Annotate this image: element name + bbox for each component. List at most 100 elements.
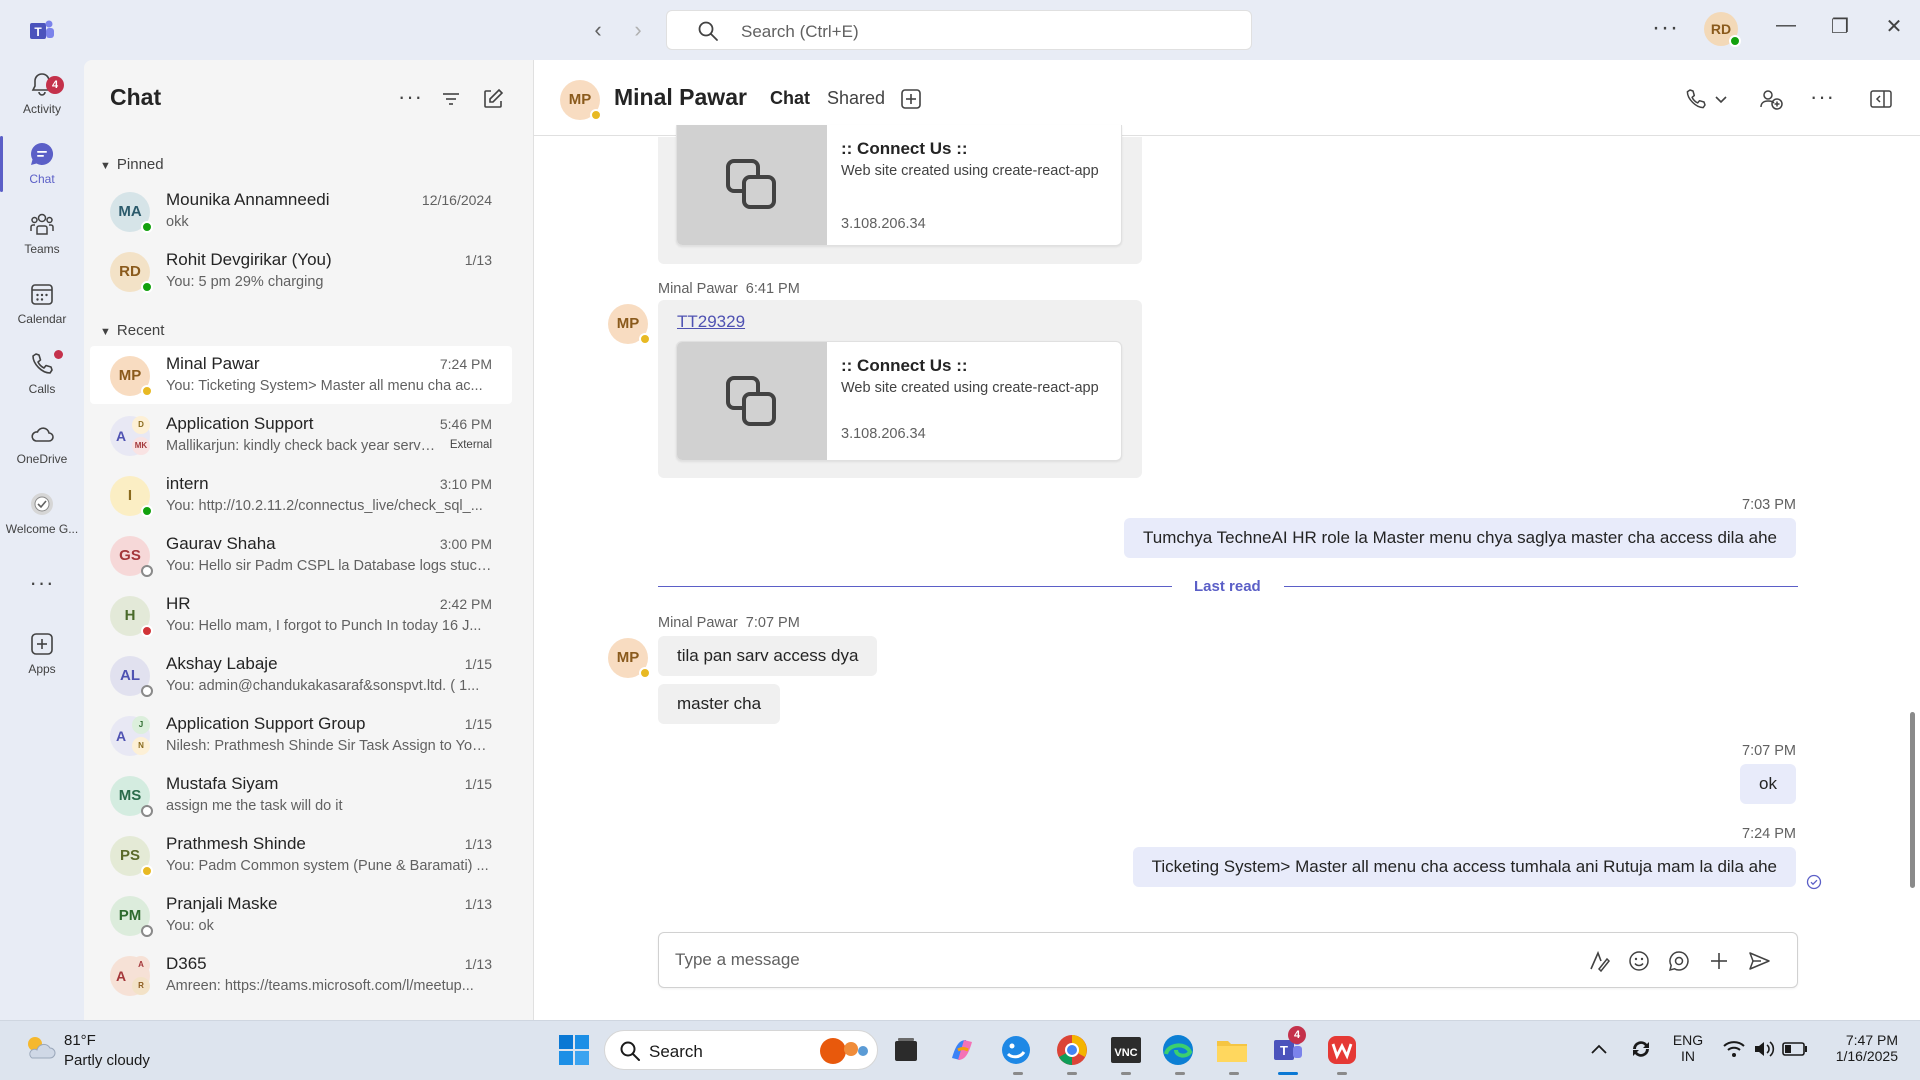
- link-description: Web site created using create-react-app: [841, 380, 1099, 396]
- open-side-panel-icon[interactable]: [1868, 86, 1894, 112]
- close-icon[interactable]: ✕: [1874, 14, 1914, 39]
- avatar-initials: H: [124, 607, 136, 624]
- weather-temperature[interactable]: 81°F: [64, 1032, 96, 1049]
- chat-list-item[interactable]: MP Minal Pawar 7:24 PM You: Ticketing Sy…: [90, 346, 512, 404]
- sender-avatar[interactable]: MP: [608, 638, 651, 679]
- emoji-icon[interactable]: [1625, 947, 1653, 975]
- avatar: RD: [110, 252, 153, 293]
- conversation-avatar[interactable]: MP: [560, 80, 602, 121]
- last-read-divider: [658, 586, 1172, 587]
- outgoing-message[interactable]: Ticketing System> Master all menu cha ac…: [1132, 847, 1796, 887]
- settings-more-icon[interactable]: ···: [1652, 14, 1679, 42]
- outgoing-message[interactable]: Tumchya TechneAI HR role la Master menu …: [1123, 518, 1796, 558]
- more-options-icon[interactable]: ···: [398, 86, 424, 112]
- chat-list-item[interactable]: AL Akshay Labaje 1/15 You: admin@chanduk…: [90, 646, 512, 704]
- user-avatar[interactable]: RD: [1704, 12, 1741, 47]
- chat-list-item[interactable]: A D MK Application Support 5:46 PM Malli…: [90, 406, 512, 464]
- windows-start-icon[interactable]: [556, 1032, 592, 1068]
- minimize-icon[interactable]: —: [1766, 14, 1806, 37]
- teams-logo-icon[interactable]: T: [28, 16, 56, 44]
- forward-arrow-icon[interactable]: ›: [624, 16, 652, 44]
- chat-list-item[interactable]: MA Mounika Annamneedi 12/16/2024 okk: [90, 182, 512, 240]
- sender-name: Minal Pawar: [658, 615, 738, 631]
- chat-list-item[interactable]: A J N Application Support Group 1/15 Nil…: [90, 706, 512, 764]
- chat-list-item[interactable]: H HR 2:42 PM You: Hello mam, I forgot to…: [90, 586, 512, 644]
- rail-item-chat[interactable]: Chat: [0, 140, 84, 186]
- message-composer[interactable]: Type a message: [658, 932, 1798, 988]
- vnc-viewer-icon[interactable]: VNC: [1108, 1032, 1144, 1068]
- edge-icon[interactable]: [1160, 1032, 1196, 1068]
- wps-office-icon[interactable]: [1324, 1032, 1360, 1068]
- sync-icon[interactable]: [1628, 1036, 1654, 1062]
- rail-item-calls[interactable]: Calls: [0, 350, 84, 396]
- message-link[interactable]: TT29329: [677, 312, 745, 332]
- copilot-icon[interactable]: [944, 1032, 980, 1068]
- rail-item-apps[interactable]: Apps: [0, 630, 84, 676]
- search-icon: [620, 1041, 640, 1061]
- input-language[interactable]: ENG IN: [1668, 1032, 1708, 1064]
- restore-icon[interactable]: ❐: [1820, 14, 1860, 39]
- send-icon[interactable]: [1745, 947, 1773, 975]
- tab-chat[interactable]: Chat: [770, 88, 810, 109]
- incoming-message[interactable]: tila pan sarv access dya: [658, 636, 878, 676]
- chat-list-item[interactable]: PS Prathmesh Shinde 1/13 You: Padm Commo…: [90, 826, 512, 884]
- more-options-icon[interactable]: ···: [1810, 86, 1836, 112]
- chat-list-item[interactable]: PM Pranjali Maske 1/13 You: ok: [90, 886, 512, 944]
- back-arrow-icon[interactable]: ‹: [584, 16, 612, 44]
- app-blue-icon[interactable]: [998, 1032, 1034, 1068]
- rail-item-welcome[interactable]: Welcome G...: [0, 490, 84, 536]
- running-app-indicator: [1175, 1072, 1185, 1075]
- search-icon: [698, 21, 718, 41]
- call-icon[interactable]: [1683, 86, 1709, 112]
- chat-list-item[interactable]: I intern 3:10 PM You: http://10.2.11.2/c…: [90, 466, 512, 524]
- search-input[interactable]: Search (Ctrl+E): [666, 10, 1252, 50]
- recent-section-header[interactable]: ▼ Recent: [100, 322, 164, 339]
- file-explorer-icon[interactable]: [1214, 1032, 1250, 1068]
- avatar-initials: I: [127, 487, 133, 504]
- add-tab-icon[interactable]: [898, 86, 924, 112]
- clock-time: 7:47 PM: [1845, 1032, 1898, 1048]
- sender-name: Minal Pawar: [658, 281, 738, 297]
- chat-list-item[interactable]: RD Rohit Devgirikar (You) 1/13 You: 5 pm…: [90, 242, 512, 300]
- battery-icon[interactable]: [1782, 1041, 1808, 1057]
- link-icon: [726, 159, 776, 209]
- clock[interactable]: 7:47 PM 1/16/2025: [1818, 1032, 1898, 1064]
- rail-item-activity[interactable]: Activity 4: [0, 70, 84, 116]
- message-scrollbar[interactable]: [1910, 712, 1915, 888]
- volume-icon[interactable]: [1752, 1039, 1776, 1059]
- chat-list-item[interactable]: MS Mustafa Siyam 1/15 assign me the task…: [90, 766, 512, 824]
- avatar: MS: [110, 776, 153, 817]
- link-preview-card[interactable]: :: Connect Us :: Web site created using …: [676, 125, 1122, 246]
- chat-list-item[interactable]: A A R D365 1/13 Amreen: https://teams.mi…: [90, 946, 512, 1004]
- chat-time: 1/15: [464, 716, 492, 732]
- filter-icon[interactable]: [438, 86, 464, 112]
- conversation-title[interactable]: Minal Pawar: [614, 84, 747, 111]
- loop-component-icon[interactable]: [1665, 947, 1693, 975]
- taskbar-search[interactable]: Search: [604, 1030, 878, 1070]
- outgoing-message[interactable]: ok: [1740, 764, 1796, 804]
- new-chat-icon[interactable]: [480, 86, 506, 112]
- sender-avatar[interactable]: MP: [608, 304, 651, 345]
- partly-cloudy-icon[interactable]: [22, 1032, 58, 1062]
- composer-placeholder: Type a message: [675, 950, 800, 969]
- wifi-icon[interactable]: [1722, 1039, 1746, 1059]
- chat-preview: You: Hello sir Padm CSPL la Database log…: [166, 558, 492, 574]
- format-icon[interactable]: [1585, 947, 1613, 975]
- chevron-down-icon[interactable]: [1713, 86, 1729, 112]
- chrome-icon[interactable]: [1054, 1032, 1090, 1068]
- attach-plus-icon[interactable]: [1705, 947, 1733, 975]
- show-hidden-icons-icon[interactable]: [1588, 1040, 1610, 1060]
- link-preview-card[interactable]: :: Connect Us :: Web site created using …: [676, 341, 1122, 461]
- task-view-icon[interactable]: [888, 1032, 924, 1068]
- pinned-section-header[interactable]: ▼ Pinned: [100, 156, 164, 173]
- add-people-icon[interactable]: [1758, 86, 1784, 112]
- tab-shared[interactable]: Shared: [827, 88, 885, 109]
- clock-date: 1/16/2025: [1835, 1048, 1898, 1064]
- rail-item-onedrive[interactable]: OneDrive: [0, 420, 84, 466]
- incoming-message[interactable]: master cha: [658, 684, 781, 724]
- rail-item-calendar[interactable]: Calendar: [0, 280, 84, 326]
- rail-item-teams[interactable]: Teams: [0, 210, 84, 256]
- more-apps-icon[interactable]: ···: [0, 570, 84, 596]
- weather-description[interactable]: Partly cloudy: [64, 1052, 150, 1069]
- chat-list-item[interactable]: GS Gaurav Shaha 3:00 PM You: Hello sir P…: [90, 526, 512, 584]
